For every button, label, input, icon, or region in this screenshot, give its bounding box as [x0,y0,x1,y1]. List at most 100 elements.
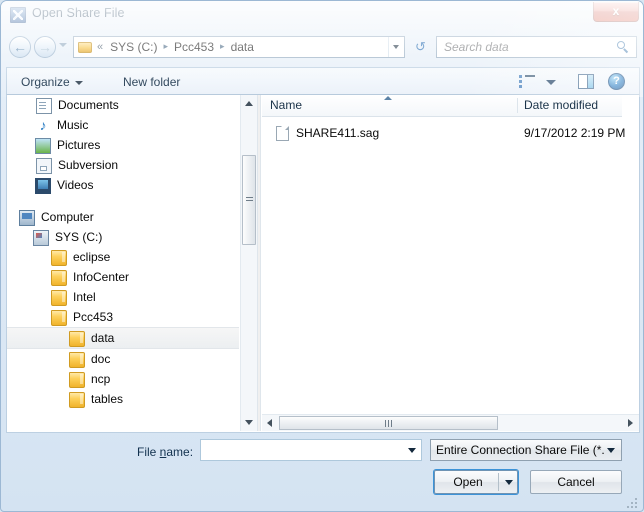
breadcrumb: « SYS (C:) ▸ Pcc453 ▸ data [97,39,256,55]
tree-item-intel[interactable]: Intel [7,287,239,307]
nav-pane-scrollbar[interactable] [240,95,257,431]
refresh-button[interactable]: ↺ [410,37,431,57]
pictures-icon [35,138,51,154]
file-list-row[interactable]: SHARE411.sag 9/17/2012 2:19 PM [262,123,626,143]
tree-item-label: tables [91,392,124,406]
column-divider[interactable] [517,98,518,113]
scroll-grip-icon [246,197,253,203]
file-name-input[interactable] [200,439,422,461]
back-arrow-icon: ← [13,39,27,55]
breadcrumb-item-0[interactable]: SYS (C:) [108,39,159,55]
navigation-bar: ← → « SYS (C:) ▸ Pcc453 ▸ data ↺ Search … [1,31,643,63]
tree-item-subversion[interactable]: Subversion [7,155,239,175]
forward-button[interactable]: → [34,36,56,58]
preview-pane-button[interactable] [575,72,597,92]
pane-splitter[interactable] [257,95,261,431]
search-icon [617,40,630,54]
folder-icon [51,310,67,326]
folder-icon [51,290,67,306]
computer-icon [19,210,35,226]
tree-item-sys-c[interactable]: SYS (C:) [7,227,239,247]
scroll-grip-icon [384,420,393,427]
scroll-left-button[interactable] [262,415,278,431]
address-bar[interactable]: « SYS (C:) ▸ Pcc453 ▸ data [73,36,405,58]
tree-item-label: Pcc453 [73,310,114,324]
scroll-up-button[interactable] [241,95,257,112]
horizontal-scroll-thumb[interactable] [279,416,498,430]
tree-item-label: eclipse [73,250,111,264]
cancel-button[interactable]: Cancel [530,470,622,494]
sort-ascending-icon [384,96,392,100]
column-headers: Name Date modified [262,95,622,117]
tree-item-label: data [91,331,115,345]
tree-item-label: SYS (C:) [55,230,103,244]
search-input[interactable]: Search data [436,36,637,58]
breadcrumb-item-1[interactable]: Pcc453 [172,39,216,55]
file-type-value: Entire Connection Share File (*. [436,443,605,457]
tree-item-data[interactable]: data [7,327,239,349]
tree-item-documents[interactable]: Documents [7,95,239,115]
file-icon [276,125,289,141]
back-button[interactable]: ← [9,36,31,58]
tree-item-label: Documents [58,98,119,112]
file-name-label: File name: [137,445,194,459]
open-dropdown-icon[interactable] [505,480,513,485]
scroll-thumb[interactable] [242,155,256,245]
scroll-right-button[interactable] [623,415,639,431]
breadcrumb-overflow-icon[interactable]: « [97,41,103,53]
close-button[interactable]: x [593,2,639,22]
open-label: Open [453,475,483,489]
toolbar: Organize New folder ? [6,67,640,95]
documents-icon [36,97,52,114]
folder-icon [69,392,85,408]
tree-item-tables[interactable]: tables [7,389,239,409]
chevron-down-icon [74,80,83,85]
folder-icon [51,250,67,266]
new-folder-button[interactable]: New folder [117,72,186,92]
tree-item-ncp[interactable]: ncp [7,369,239,389]
chevron-down-icon[interactable] [603,440,619,460]
drive-icon [33,230,49,246]
search-placeholder: Search data [444,40,509,54]
tree-item-pcc453[interactable]: Pcc453 [7,307,239,327]
organize-button[interactable]: Organize [15,72,89,92]
file-name-dropdown-button[interactable] [403,440,421,460]
folder-icon [69,352,85,368]
folder-icon [69,372,85,388]
tree-item-pictures[interactable]: Pictures [7,135,239,155]
help-button[interactable]: ? [607,72,627,92]
tree-item-label: doc [91,352,111,366]
folder-icon [69,331,85,347]
file-list-horizontal-scrollbar[interactable] [262,414,639,431]
view-mode-button[interactable] [517,72,539,92]
tree-item-label: Subversion [58,158,119,172]
title-bar: Open Share File x [1,1,643,29]
videos-icon [35,178,51,194]
share-file-icon [10,7,26,23]
open-button[interactable]: Open [434,470,518,494]
column-header-name[interactable]: Name [270,95,302,116]
organize-label: Organize [21,75,70,89]
scroll-down-button[interactable] [241,414,257,431]
tree-item-eclipse[interactable]: eclipse [7,247,239,267]
breadcrumb-item-2[interactable]: data [229,39,256,55]
tree-item-doc[interactable]: doc [7,349,239,369]
tree-item-videos[interactable]: Videos [7,175,239,195]
address-dropdown-button[interactable] [388,37,404,57]
split-separator [498,473,499,491]
tree-item-computer[interactable]: Computer [7,207,239,227]
file-list-pane: Name Date modified SHARE411.sag 9/17/201… [262,95,639,431]
content-area: Documents ♪ Music Pictures Subversion Videos C… [6,95,640,433]
tree-item-infocenter[interactable]: InfoCenter [7,267,239,287]
breadcrumb-separator-icon: ▸ [163,40,168,51]
column-header-date-modified[interactable]: Date modified [524,95,598,116]
forward-arrow-icon: → [38,39,52,55]
file-date-modified: 9/17/2012 2:19 PM [524,126,626,140]
tree-item-music[interactable]: ♪ Music [7,115,239,135]
help-icon: ? [608,73,625,90]
navigation-pane: Documents ♪ Music Pictures Subversion Videos C… [7,95,257,431]
close-icon: x [612,4,620,18]
recent-locations-button[interactable] [59,43,67,47]
file-type-select[interactable]: Entire Connection Share File (*. [430,439,622,461]
view-mode-dropdown-button[interactable] [544,72,558,92]
